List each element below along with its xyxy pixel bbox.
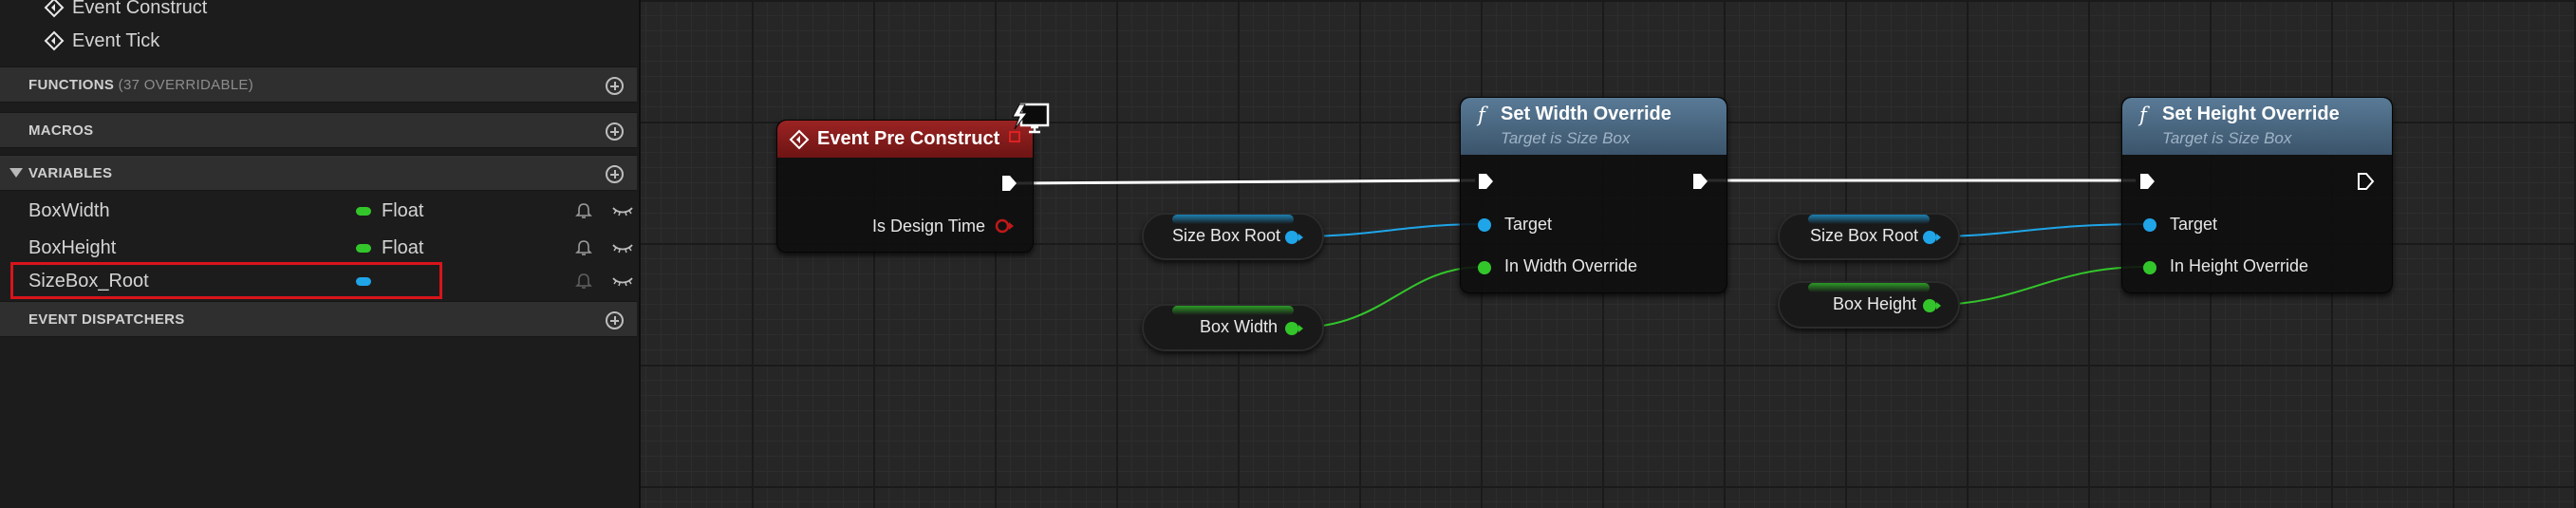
function-node-title: Set Height Override — [2162, 103, 2340, 124]
exec-output-pin-unconnected[interactable] — [2356, 172, 2375, 191]
add-macro-button[interactable] — [606, 122, 624, 141]
bool-output-pin[interactable] — [994, 217, 1015, 235]
collapse-arrow-icon[interactable] — [9, 168, 23, 178]
exec-output-pin[interactable] — [1690, 172, 1709, 191]
bell-icon[interactable] — [574, 238, 593, 257]
event-diamond-icon — [44, 0, 65, 18]
event-diamond-icon — [789, 129, 810, 150]
exec-input-pin[interactable] — [2137, 172, 2156, 191]
my-blueprint-panel: Event Construct Event Tick FUNCTIONS (37… — [0, 0, 641, 508]
bell-icon[interactable] — [574, 272, 593, 291]
variables-section-title: VARIABLES — [28, 164, 113, 181]
variable-node-label: Box Height — [1833, 294, 1917, 313]
function-node-subtitle: Target is Size Box — [1501, 129, 1631, 147]
object-output-pin[interactable] — [1283, 229, 1304, 246]
float-output-pin[interactable] — [1283, 320, 1304, 337]
get-box-width-node[interactable]: Box Width — [1142, 304, 1324, 351]
pin-label-in-height-override: In Height Override — [2170, 256, 2309, 275]
exec-output-pin[interactable] — [999, 174, 1018, 193]
variable-node-label: Size Box Root — [1172, 226, 1281, 245]
pin-label-in-width-override: In Width Override — [1504, 256, 1638, 275]
variable-row-boxheight[interactable]: BoxHeight Float — [0, 231, 637, 265]
get-box-height-node[interactable]: Box Height — [1778, 281, 1960, 329]
pin-label-is-design-time: Is Design Time — [872, 216, 986, 235]
event-dispatchers-section-header[interactable]: EVENT DISPATCHERS — [0, 301, 637, 337]
variable-node-label: Size Box Root — [1810, 226, 1919, 245]
object-variable-glow — [1808, 215, 1930, 224]
monitor-lightning-icon — [1012, 103, 1050, 134]
event-pre-construct-node[interactable]: Event Pre Construct Is Design Time — [776, 120, 1034, 253]
function-icon: f — [2139, 103, 2147, 126]
graph-item-label: Event Tick — [72, 29, 160, 51]
width-input-pin[interactable] — [1478, 261, 1491, 274]
float-type-pill-icon — [356, 207, 371, 216]
event-node-title: Event Pre Construct — [817, 128, 1000, 149]
add-event-dispatcher-button[interactable] — [606, 311, 624, 329]
target-input-pin[interactable] — [1478, 218, 1491, 232]
height-input-pin[interactable] — [2143, 261, 2156, 274]
add-function-button[interactable] — [606, 77, 624, 95]
target-input-pin[interactable] — [2143, 218, 2156, 232]
variable-name: BoxWidth — [28, 200, 110, 221]
variable-row-boxwidth[interactable]: BoxWidth Float — [0, 194, 637, 228]
float-type-pill-icon — [356, 244, 371, 253]
variable-type: Float — [382, 237, 424, 258]
functions-section-header[interactable]: FUNCTIONS (37 OVERRIDABLE) — [0, 66, 637, 103]
add-variable-button[interactable] — [606, 165, 624, 183]
variable-type: Float — [382, 200, 424, 221]
bell-icon[interactable] — [574, 201, 593, 220]
float-variable-glow — [1172, 306, 1294, 315]
graph-item-event-tick[interactable]: Event Tick — [44, 25, 159, 57]
graph-item-event-construct[interactable]: Event Construct — [44, 0, 207, 24]
set-height-override-node[interactable]: f Set Height Override Target is Size Box… — [2121, 97, 2393, 293]
graph-item-label: Event Construct — [72, 0, 208, 18]
set-width-override-node[interactable]: f Set Width Override Target is Size Box … — [1460, 97, 1727, 293]
event-dispatchers-section-title: EVENT DISPATCHERS — [28, 310, 185, 328]
object-variable-glow — [1172, 215, 1294, 224]
variable-node-label: Box Width — [1200, 317, 1279, 336]
eye-closed-icon[interactable] — [611, 240, 634, 255]
selection-highlight-outline — [10, 262, 442, 299]
function-icon: f — [1478, 103, 1485, 126]
variable-name: BoxHeight — [28, 237, 117, 258]
pin-label-target: Target — [2170, 215, 2218, 234]
eye-closed-icon[interactable] — [611, 203, 634, 218]
get-sizebox-root-node[interactable]: Size Box Root — [1142, 213, 1324, 260]
function-node-title: Set Width Override — [1501, 103, 1671, 124]
functions-section-title: FUNCTIONS (37 OVERRIDABLE) — [28, 76, 254, 93]
functions-overridable-count: (37 OVERRIDABLE) — [118, 76, 254, 93]
variables-section-header[interactable]: VARIABLES — [0, 155, 637, 191]
event-diamond-icon — [44, 30, 65, 51]
get-sizebox-root-node-2[interactable]: Size Box Root — [1778, 213, 1960, 260]
exec-input-pin[interactable] — [1476, 172, 1495, 191]
function-node-subtitle: Target is Size Box — [2162, 129, 2292, 147]
float-variable-glow — [1808, 283, 1930, 292]
macros-section-header[interactable]: MACROS — [0, 112, 637, 148]
eye-closed-icon[interactable] — [611, 273, 634, 289]
object-output-pin[interactable] — [1921, 229, 1942, 246]
float-output-pin[interactable] — [1921, 297, 1942, 314]
pin-label-target: Target — [1504, 215, 1553, 234]
macros-section-title: MACROS — [28, 122, 94, 139]
